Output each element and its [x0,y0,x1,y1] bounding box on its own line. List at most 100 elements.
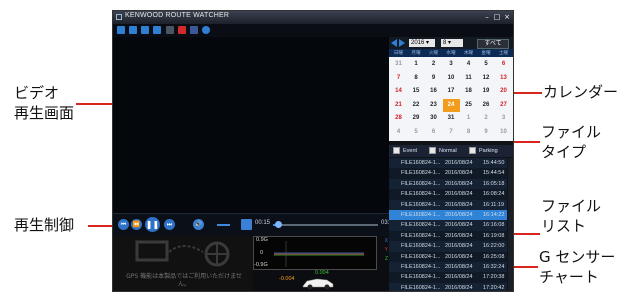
weekday-label: 金曜 [481,50,491,55]
calendar-day[interactable]: 18 [460,85,477,98]
file-list-row[interactable]: FILE160824-1... 2016/08/24 16:32:24 [389,262,507,273]
calendar-day[interactable]: 15 [408,85,425,98]
calendar-day[interactable]: 19 [478,85,495,98]
settings-icon[interactable] [166,26,174,34]
calendar-day[interactable]: 26 [478,99,495,112]
facebook-icon[interactable] [190,26,198,34]
calendar-day[interactable]: 31 [390,58,407,71]
calendar-day[interactable]: 3 [495,112,512,125]
calendar-day[interactable]: 8 [460,126,477,139]
calendar-day[interactable]: 2 [478,112,495,125]
app-window: KENWOOD ROUTE WATCHER – □ × ⏮ ⏪ ❚❚ ⏭ 🔊 0… [112,10,514,292]
callout-gsensor-line2: チャート [539,268,599,286]
rewind-icon[interactable]: ⏪ [131,219,142,230]
calendar-day[interactable]: 7 [390,72,407,85]
calendar-day[interactable]: 1 [408,58,425,71]
file-date: 2016/08/24 [445,284,473,291]
callout-file-type: ファイル タイプ [541,122,601,162]
calendar-day[interactable]: 25 [460,99,477,112]
calendar-day[interactable]: 21 [390,99,407,112]
calendar-day[interactable]: 17 [443,85,460,98]
weekday-label: 土曜 [498,50,509,55]
snapshot-icon[interactable] [153,26,161,34]
calendar-day[interactable]: 10 [495,126,512,139]
file-time: 16:11:19 [483,201,505,208]
month-select[interactable]: 8 ▾ [441,39,463,47]
year-select[interactable]: 2016 ▾ [409,39,435,47]
file-date: 2016/08/24 [445,264,473,270]
calendar-day[interactable]: 6 [495,58,512,71]
next-file-icon[interactable]: ⏭ [164,219,175,230]
normal-checkbox[interactable] [429,147,436,154]
calendar-day[interactable]: 8 [408,72,425,85]
calendar-day[interactable]: 4 [390,126,407,139]
calendar: 日曜 月曜 火曜 水曜 木曜 金曜 土曜 31 1 2 3 4 5 6 7 8 9 10 11 12 13 14 15 16… [389,49,513,141]
all-button[interactable]: すべて [477,39,509,49]
youtube-icon[interactable] [178,26,186,34]
calendar-day[interactable]: 23 [425,99,442,112]
file-list-row[interactable]: FILE160824-1... 2016/08/24 17:20:42 [389,282,507,291]
calendar-day[interactable]: 20 [495,85,512,98]
callout-file-list: ファイル リスト [541,196,601,236]
video-screen[interactable] [113,37,389,213]
file-list-row[interactable]: FILE160824-1... 2016/08/24 17:20:38 [389,272,507,284]
info-icon[interactable] [202,26,210,34]
file-date: 2016/08/24 [445,160,473,166]
legend-y: Y [384,247,388,253]
calendar-day[interactable]: 5 [478,58,495,71]
calendar-day[interactable]: 29 [408,112,425,125]
minimize-button[interactable]: – [483,13,491,21]
save-icon[interactable] [141,26,149,34]
file-list-row[interactable]: FILE160824-1... 2016/08/24 16:22:00 [389,241,507,253]
calendar-day[interactable]: 13 [495,72,512,85]
calendar-day[interactable]: 10 [443,72,460,85]
prev-month-icon[interactable] [391,39,397,47]
calendar-day[interactable]: 30 [425,112,442,125]
maximize-button[interactable]: □ [493,13,501,21]
open-folder-icon[interactable] [117,26,125,34]
parking-checkbox[interactable] [469,147,476,154]
file-list-row[interactable]: FILE160824-1... 2016/08/24 16:25:08 [389,251,507,263]
calendar-day[interactable]: 6 [425,126,442,139]
calendar-day[interactable]: 1 [460,112,477,125]
calendar-day[interactable]: 28 [390,112,407,125]
seek-knob[interactable] [275,221,283,228]
close-button[interactable]: × [503,13,511,21]
file-list-row[interactable]: FILE160824-1... 2016/08/24 16:19:08 [389,230,507,242]
pause-button[interactable]: ❚❚ [145,217,160,232]
fullscreen-icon[interactable] [241,219,252,230]
calendar-day[interactable]: 12 [478,72,495,85]
file-date: 2016/08/24 [445,274,473,281]
calendar-day[interactable]: 14 [390,85,407,98]
previous-file-icon[interactable]: ⏮ [118,219,129,230]
file-list-scrollbar[interactable] [508,158,513,291]
file-list-row[interactable]: FILE160824-1... 2016/08/24 15:44:50 [389,158,507,169]
calendar-day[interactable]: 3 [443,58,460,71]
file-list-row[interactable]: FILE160824-1... 2016/08/24 16:16:08 [389,220,507,232]
calendar-day[interactable]: 24 [442,98,460,112]
volume-icon[interactable]: 🔊 [193,219,204,230]
seek-bar[interactable] [273,221,378,228]
calendar-day[interactable]: 11 [460,72,477,85]
event-checkbox[interactable] [393,147,400,154]
file-list-row[interactable]: FILE160824-1... 2016/08/24 16:14:22 [389,210,507,221]
calendar-day[interactable]: 27 [495,99,512,112]
calendar-day[interactable]: 16 [425,85,442,98]
file-list-row[interactable]: FILE160824-1... 2016/08/24 15:44:54 [389,168,507,180]
next-month-icon[interactable] [399,39,405,47]
volume-slider[interactable] [217,224,231,226]
calendar-day[interactable]: 4 [460,58,477,71]
calendar-day[interactable]: 7 [443,126,460,139]
open-disk-icon[interactable] [129,26,137,34]
legend-x: X [384,238,388,244]
file-list-row[interactable]: FILE160824-1... 2016/08/24 16:05:18 [389,178,507,190]
callout-playback-control: 再生制御 [14,216,75,234]
calendar-day[interactable]: 9 [478,126,495,139]
calendar-day[interactable]: 22 [408,99,425,112]
calendar-day[interactable]: 31 [443,112,460,125]
file-list-row[interactable]: FILE160824-1... 2016/08/24 16:08:24 [389,189,507,201]
calendar-day[interactable]: 5 [408,126,425,139]
calendar-day[interactable]: 9 [425,72,442,85]
file-list-row[interactable]: FILE160824-1... 2016/08/24 16:11:19 [389,199,507,211]
calendar-day[interactable]: 2 [425,58,442,71]
